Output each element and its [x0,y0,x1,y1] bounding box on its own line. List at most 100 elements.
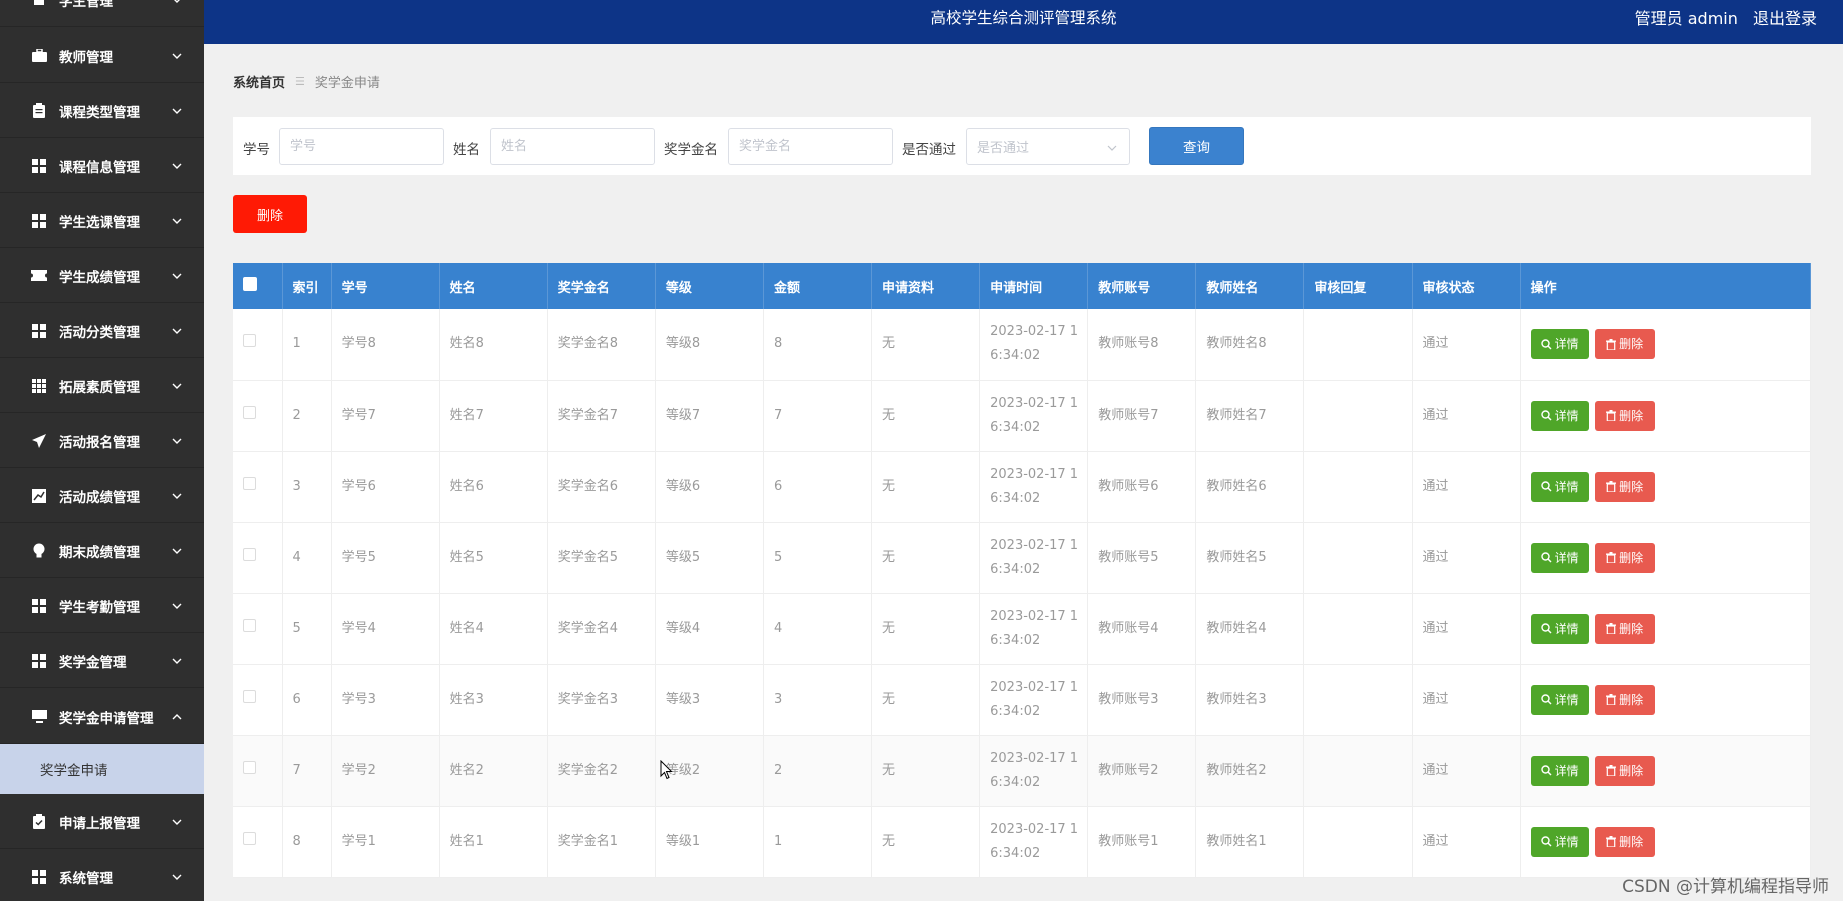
grid-icon [31,598,47,614]
row-checkbox[interactable] [243,476,256,490]
cell-reply [1303,806,1413,878]
cell-level: 等级6 [655,451,764,523]
table-row: 5 学号4 姓名4 奖学金名4 等级4 4 无 2023-02-17 1 6:34:02 教师账号… [233,593,1812,665]
cell-index: 3 [282,451,332,523]
delete-button[interactable]: 删除 [1594,400,1655,431]
row-checkbox[interactable] [243,760,256,774]
sidebar-item-course-selection[interactable]: 学生选课管理 [0,194,204,248]
sidebar-item-course-info[interactable]: 课程信息管理 [0,139,204,193]
chevron-down-icon [170,379,184,393]
passed-select[interactable]: 是否通过 [966,128,1130,165]
sidebar-item-label: 教师管理 [59,49,113,66]
batch-delete-button[interactable]: 删除 [233,195,307,233]
data-table: 索引 学号 姓名 奖学金名 等级 金额 申请资料 申请时间 教师账号 教师姓名 … [233,263,1812,878]
sidebar-item-final-grades[interactable]: 期末成绩管理 [0,524,204,578]
sidebar-item-teacher[interactable]: 教师管理 [0,29,204,83]
scholarship-input[interactable] [728,128,893,165]
cell-actions: 详情 删除 [1520,664,1812,736]
chevron-up-icon [170,710,184,724]
column-header: 审核状态 [1412,263,1521,309]
cell-time-line-2: 6:34:02 [990,561,1041,577]
mouse-cursor-icon [660,759,673,784]
detail-button[interactable]: 详情 [1530,613,1589,644]
cell-actions: 详情 删除 [1520,806,1812,878]
delete-button[interactable]: 删除 [1594,755,1655,786]
student-no-input[interactable] [279,128,444,165]
sidebar-item-activity-grades[interactable]: 活动成绩管理 [0,469,204,523]
name-input[interactable] [490,128,655,165]
scholarship-label: 奖学金名 [664,142,718,158]
sidebar-item-course-type[interactable]: 课程类型管理 [0,84,204,138]
cell-amount: 4 [763,593,873,665]
sidebar-item-label: 奖学金管理 [59,654,127,671]
sidebar-item-activity-signup[interactable]: 活动报名管理 [0,414,204,468]
sidebar-item-label: 学生选课管理 [59,214,140,231]
cell-level: 等级5 [655,522,764,594]
cell-time-line-2: 6:34:02 [990,703,1041,719]
detail-button[interactable]: 详情 [1530,329,1589,360]
cell-time-line-2: 6:34:02 [990,419,1041,435]
breadcrumb-separator-icon: ☰ [295,75,305,88]
query-button[interactable]: 查询 [1149,127,1244,165]
delete-button[interactable]: 删除 [1594,613,1655,644]
sidebar-item-attendance[interactable]: 学生考勤管理 [0,579,204,633]
select-all-checkbox[interactable] [243,277,257,291]
delete-button[interactable]: 删除 [1594,329,1655,360]
row-checkbox[interactable] [243,689,256,703]
cell-time-line-1: 2023-02-17 1 [990,395,1079,411]
cell-material: 无 [871,593,981,665]
row-checkbox[interactable] [243,334,256,348]
cell-student-no: 学号5 [331,522,440,594]
row-checkbox[interactable] [243,547,256,561]
cell-name: 姓名7 [439,380,548,452]
cell-status: 通过 [1412,451,1521,523]
cell-student-no: 学号8 [331,309,440,381]
row-checkbox[interactable] [243,831,256,845]
sidebar-item-scholarship-application[interactable]: 奖学金申请管理 [0,690,204,744]
sidebar-item-system[interactable]: 系统管理 [0,850,204,901]
cell-time: 2023-02-17 1 6:34:02 [979,735,1089,807]
row-checkbox[interactable] [243,405,256,419]
cell-reply [1303,522,1413,594]
sidebar-item-report[interactable]: 申请上报管理 [0,795,204,849]
cell-teacher-account: 教师账号1 [1087,806,1197,878]
sidebar-item-grades[interactable]: 学生成绩管理 [0,249,204,303]
cell-scholarship: 奖学金名5 [547,522,656,594]
sidebar-item-label: 申请上报管理 [59,815,140,832]
sidebar-item-label: 课程信息管理 [59,159,140,176]
cell-actions: 详情 删除 [1520,735,1812,807]
cell-teacher-name: 教师姓名7 [1195,380,1305,452]
sidebar-item-quality[interactable]: 拓展素质管理 [0,359,204,413]
row-select-cell [233,806,283,878]
cell-material: 无 [871,664,981,736]
delete-label: 删除 [1619,550,1644,565]
detail-button[interactable]: 详情 [1530,826,1589,857]
sidebar-item-student[interactable]: 学生管理 [0,0,204,27]
breadcrumb-home[interactable]: 系统首页 [233,72,285,91]
detail-button[interactable]: 详情 [1530,755,1589,786]
detail-button[interactable]: 详情 [1530,400,1589,431]
row-checkbox[interactable] [243,618,256,632]
cell-level: 等级3 [655,664,764,736]
delete-button[interactable]: 删除 [1594,542,1655,573]
sidebar-item-scholarship[interactable]: 奖学金管理 [0,634,204,688]
cell-name: 姓名2 [439,735,548,807]
table-header-row: 索引 学号 姓名 奖学金名 等级 金额 申请资料 申请时间 教师账号 教师姓名 … [233,263,1812,309]
cell-status: 通过 [1412,664,1521,736]
logout-link[interactable]: 退出登录 [1753,9,1817,28]
chevron-down-icon [170,159,184,173]
cell-amount: 6 [763,451,873,523]
delete-button[interactable]: 删除 [1594,684,1655,715]
delete-label: 删除 [1619,337,1644,352]
detail-button[interactable]: 详情 [1530,684,1589,715]
detail-button[interactable]: 详情 [1530,542,1589,573]
cell-scholarship: 奖学金名2 [547,735,656,807]
chevron-down-icon [170,654,184,668]
detail-button[interactable]: 详情 [1530,471,1589,502]
grid-icon [31,158,47,174]
sidebar-subitem-scholarship-application[interactable]: 奖学金申请 [0,744,204,794]
sidebar-item-activity-category[interactable]: 活动分类管理 [0,304,204,358]
cell-teacher-name: 教师姓名6 [1195,451,1305,523]
delete-button[interactable]: 删除 [1594,826,1655,857]
delete-button[interactable]: 删除 [1594,471,1655,502]
